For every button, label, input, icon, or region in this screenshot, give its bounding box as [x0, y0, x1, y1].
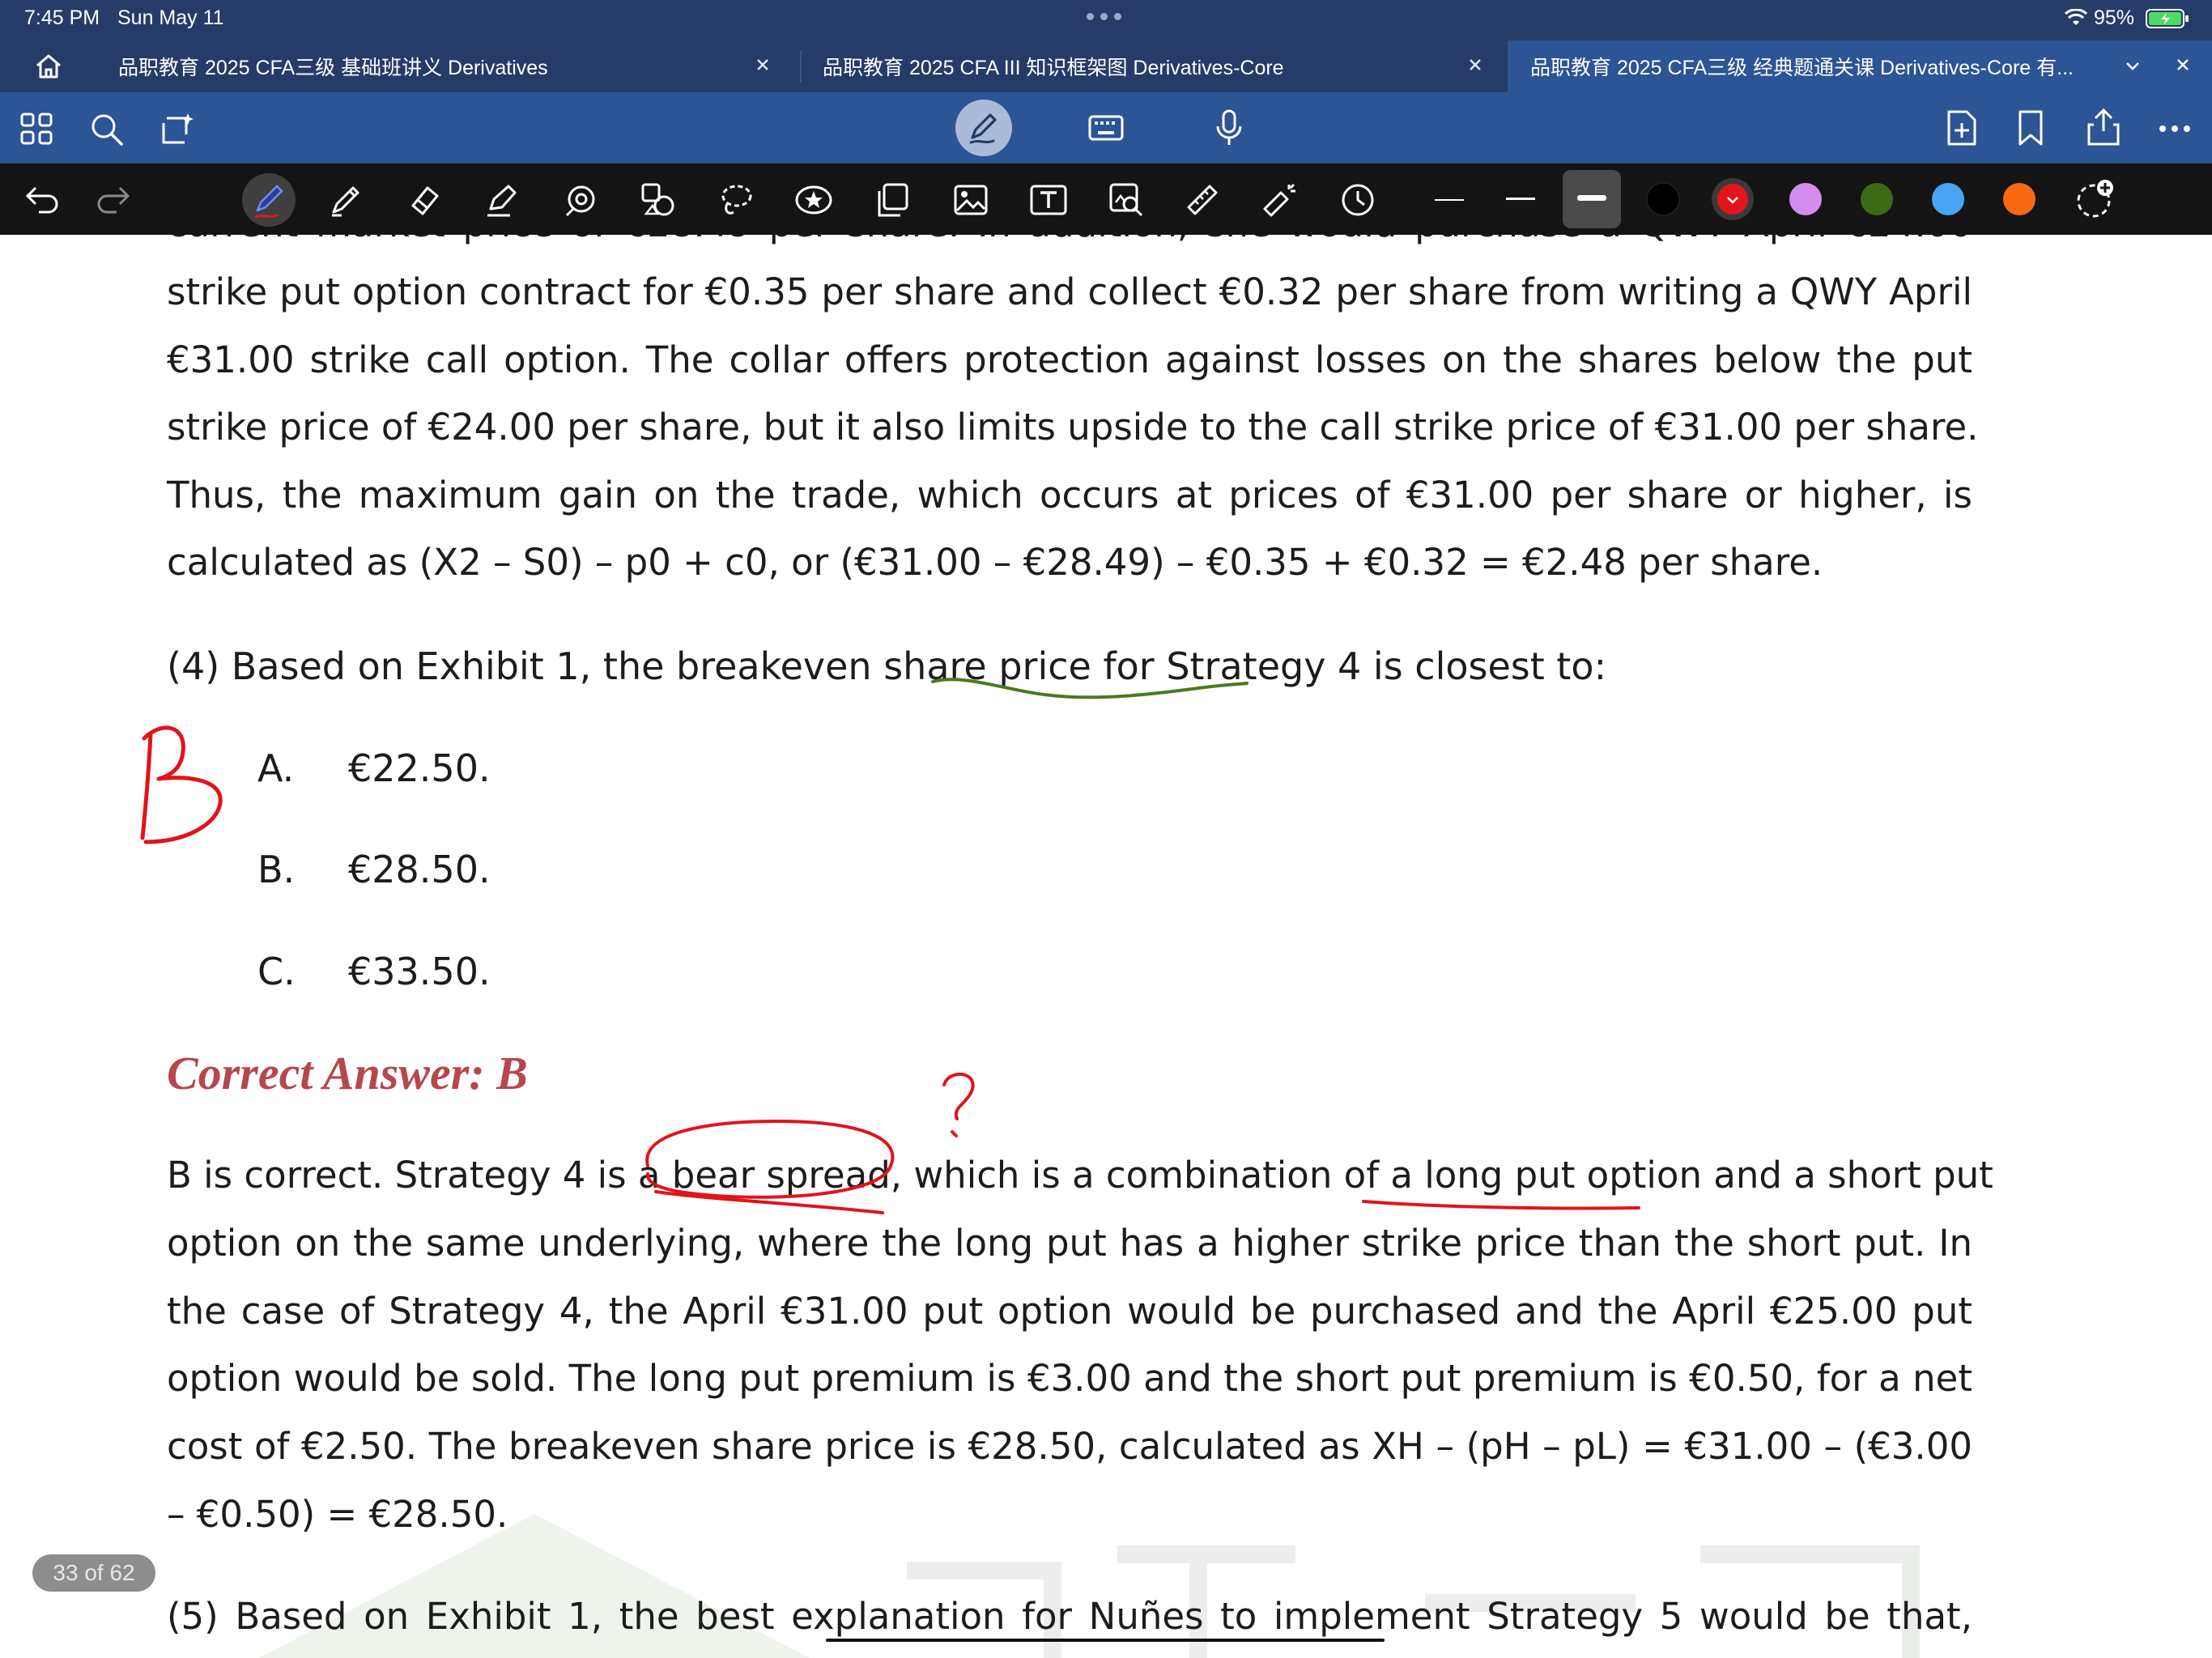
eraser-icon[interactable]: [405, 181, 442, 219]
share-icon[interactable]: [2086, 107, 2121, 147]
option-value: €28.50.: [348, 848, 491, 891]
tab-label: 品职教育 2025 CFA三级 基础班讲义 Derivatives: [118, 57, 548, 79]
top-chrome: 7:45 PM Sun May 11 95% 品职教育 2025 CFA三级 基…: [0, 0, 2212, 92]
tab-foundation-notes[interactable]: 品职教育 2025 CFA三级 基础班讲义 Derivatives: [96, 40, 792, 92]
undo-icon[interactable]: [23, 181, 62, 217]
close-icon[interactable]: [2172, 53, 2194, 76]
text-line: option on the same underlying, where the…: [167, 1222, 1972, 1265]
color-swatch-green[interactable]: [1859, 181, 1895, 217]
main-toolbar: [0, 92, 2212, 164]
battery-icon: [2146, 9, 2189, 32]
text-line: B is correct. Strategy 4 is a bear sprea…: [167, 1154, 1993, 1197]
stroke-thick-icon[interactable]: [1563, 170, 1621, 228]
pen-mode-button[interactable]: [955, 99, 1013, 157]
color-swatch-blue[interactable]: [1930, 181, 1966, 217]
ink-underline-long-put: [1362, 1200, 1640, 1210]
ink-annotations: [140, 678, 1640, 1642]
highlighter-icon[interactable]: [483, 181, 520, 219]
color-swatch-red-selected[interactable]: [1710, 176, 1755, 222]
battery-percent: 95%: [2094, 6, 2135, 29]
text-line: option would be sold. The long put premi…: [167, 1357, 1972, 1400]
tab-label: 品职教育 2025 CFA III 知识框架图 Derivatives-Core: [823, 57, 1284, 79]
ink-question-mark: [942, 1072, 975, 1137]
wifi-icon: [2064, 8, 2088, 31]
text-line: cost of €2.50. The breakeven share price…: [167, 1425, 1972, 1468]
color-swatch-lilac[interactable]: [1788, 181, 1823, 217]
sticker-icon[interactable]: [793, 181, 834, 219]
tab-framework[interactable]: 品职教育 2025 CFA III 知识框架图 Derivatives-Core: [800, 40, 1504, 92]
option-value: €33.50.: [348, 950, 491, 993]
element-tool-icon[interactable]: [640, 181, 677, 219]
scan-search-icon[interactable]: [1108, 181, 1145, 219]
page-indicator: 33 of 62: [32, 1554, 155, 1592]
shape-tool-icon[interactable]: [562, 181, 599, 219]
text-line: strike put option contract for €0.35 per…: [167, 270, 1972, 313]
text-line: strike price of €24.00 per share, but it…: [167, 406, 1979, 449]
text-line: calculated as (X2 – S0) – p0 + c0, or (€…: [167, 541, 1823, 584]
multitasking-dots-icon[interactable]: [1087, 13, 1121, 20]
history-icon[interactable]: [1339, 181, 1376, 219]
keyboard-icon[interactable]: [1087, 112, 1125, 144]
correct-answer-heading: Correct Answer: B: [167, 1047, 528, 1099]
tab-classic-questions[interactable]: 品职教育 2025 CFA三级 经典题通关课 Derivatives-Core …: [1508, 40, 2212, 92]
search-icon[interactable]: [89, 112, 125, 147]
ruler-icon[interactable]: [1184, 181, 1221, 219]
option-letter: A.: [257, 746, 295, 790]
thumbnails-icon[interactable]: [19, 112, 53, 146]
text-line: the case of Strategy 4, the April €31.00…: [167, 1290, 1972, 1333]
chevron-down-icon[interactable]: [2121, 55, 2144, 83]
annotation-toolbar: [0, 164, 2212, 235]
text-line: Thus, the maximum gain on the trade, whi…: [167, 474, 1972, 517]
bookmark-icon[interactable]: [2016, 108, 2045, 147]
image-icon[interactable]: [952, 181, 989, 219]
stroke-thin-icon[interactable]: [1435, 198, 1464, 202]
add-page-icon[interactable]: [1944, 108, 1980, 147]
question-5: (5) Based on Exhibit 1, the best explana…: [167, 1595, 1972, 1638]
lasso-icon[interactable]: [717, 181, 755, 219]
laser-pointer-icon[interactable]: [1260, 181, 1299, 219]
pencil-icon[interactable]: [327, 181, 364, 219]
more-icon[interactable]: [2159, 125, 2191, 133]
ai-assistant-icon[interactable]: [159, 110, 196, 147]
question-4: (4) Based on Exhibit 1, the breakeven sh…: [167, 644, 1607, 688]
tab-label: 品职教育 2025 CFA三级 经典题通关课 Derivatives-Core …: [1530, 57, 2074, 79]
close-icon[interactable]: [1464, 53, 1487, 76]
pen-tool-icon[interactable]: [240, 172, 298, 228]
pages-icon[interactable]: [874, 181, 912, 219]
option-letter: B.: [257, 848, 296, 891]
close-icon[interactable]: [751, 53, 774, 76]
home-icon[interactable]: [32, 50, 65, 87]
text-box-icon[interactable]: [1028, 181, 1069, 219]
status-time: 7:45 PM: [24, 6, 100, 29]
ink-handwritten-b: [140, 725, 223, 844]
text-line: – €0.50) = €28.50.: [167, 1493, 508, 1536]
text-line: €31.00 strike call option. The collar of…: [167, 338, 1972, 381]
color-swatch-black[interactable]: [1645, 181, 1681, 217]
add-color-icon[interactable]: [2073, 176, 2118, 222]
microphone-icon[interactable]: [1213, 108, 1245, 147]
stroke-medium-icon[interactable]: [1506, 197, 1535, 202]
status-date: Sun May 11: [117, 6, 224, 29]
option-value: €22.50.: [348, 746, 491, 790]
color-swatch-orange[interactable]: [2001, 181, 2037, 217]
option-letter: C.: [257, 950, 296, 993]
redo-icon[interactable]: [94, 181, 133, 217]
